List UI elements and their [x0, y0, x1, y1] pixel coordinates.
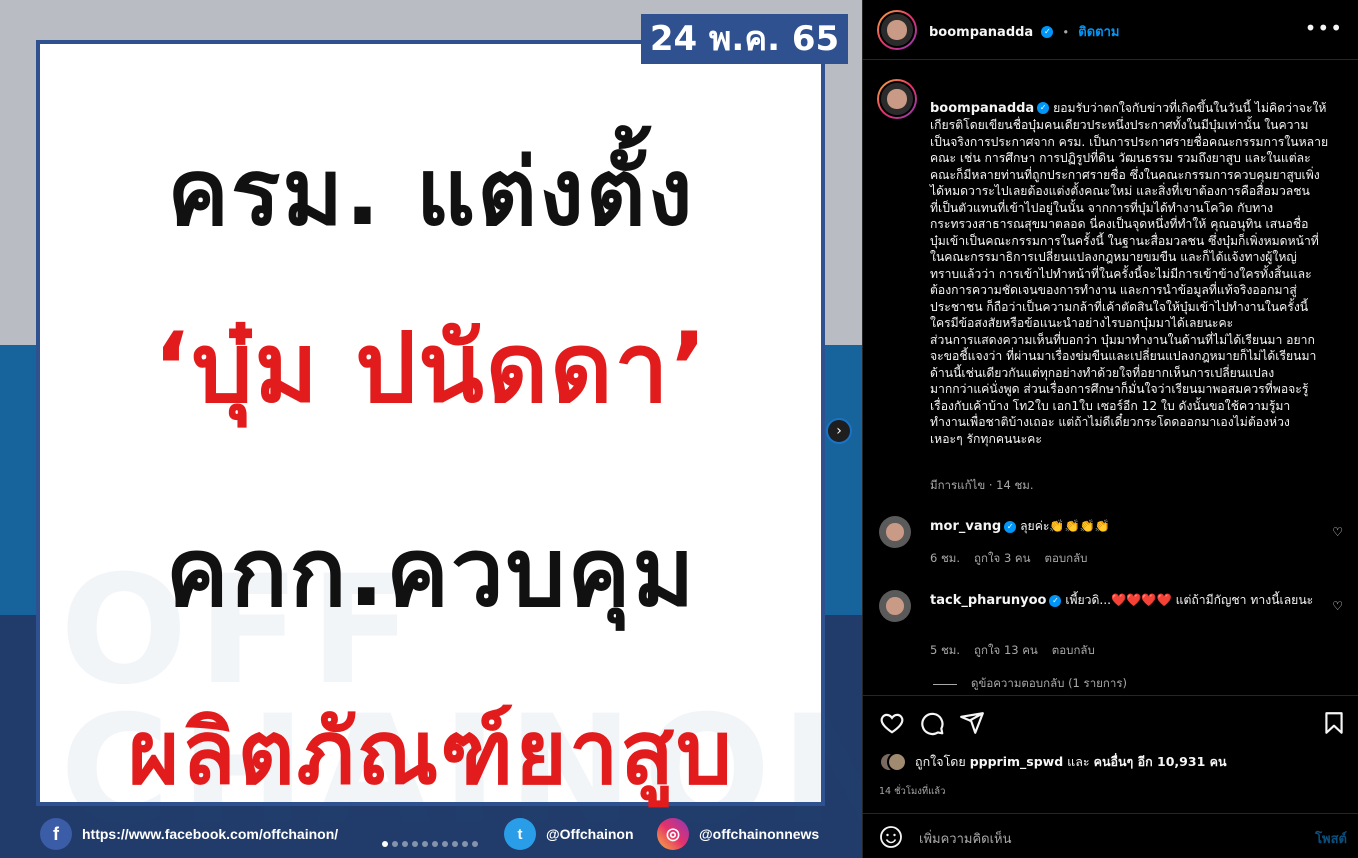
- liked-by-user[interactable]: ppprim_spwd: [970, 754, 1063, 769]
- heart-icon[interactable]: [879, 710, 905, 736]
- comment-body: tack_pharunyoo ✓ เพี้ยวดิ...❤️❤️❤️❤️ แต่ถ…: [930, 592, 1330, 609]
- instagram-handle: @offchainonnews: [699, 826, 820, 842]
- carousel-dot[interactable]: [462, 841, 468, 847]
- liked-by-others[interactable]: คนอื่นๆ อีก 10,931 คน: [1094, 754, 1227, 769]
- comments-scroll-area[interactable]: boompanadda ✓ ยอมรับว่าตกใจกับข่าวที่เกิด…: [863, 61, 1358, 695]
- liked-by-text[interactable]: ถูกใจโดย ppprim_spwd และ คนอื่นๆ อีก 10,…: [915, 752, 1227, 772]
- caption-text: ยอมรับว่าตกใจกับข่าวที่เกิดขึ้นในวันนี้ …: [930, 100, 1329, 446]
- post-side-panel: boompanadda ✓ • ติดตาม ••• boompanadda ✓ …: [862, 0, 1358, 858]
- more-options-icon[interactable]: •••: [1305, 16, 1343, 40]
- emoji-icon[interactable]: [879, 825, 903, 849]
- carousel-next-button[interactable]: ›: [826, 418, 852, 444]
- liked-by-mid: และ: [1067, 754, 1090, 769]
- post-media: OFF CHAINON 24 พ.ค. 65 ครม. แต่งตั้ง ‘บุ…: [0, 0, 862, 858]
- comment-username[interactable]: mor_vang: [930, 519, 1001, 534]
- twitter-footer: t @Offchainon: [504, 816, 634, 852]
- caption-username[interactable]: boompanadda: [930, 101, 1034, 116]
- liked-by-avatars: [879, 752, 907, 772]
- author-avatar[interactable]: [877, 10, 917, 50]
- liked-by: ถูกใจโดย ppprim_spwd และ คนอื่นๆ อีก 10,…: [879, 752, 1227, 772]
- share-icon[interactable]: [959, 710, 985, 736]
- verified-badge-icon: ✓: [1004, 520, 1017, 533]
- view-replies-button[interactable]: ดูข้อความตอบกลับ (1 รายการ): [933, 675, 1127, 693]
- carousel-dots: [382, 841, 478, 847]
- comment-reply-button[interactable]: ตอบกลับ: [1044, 550, 1087, 568]
- date-badge: 24 พ.ค. 65: [641, 14, 848, 64]
- carousel-dot[interactable]: [422, 841, 428, 847]
- comment-heart-icon[interactable]: ♡: [1332, 599, 1343, 613]
- post-comment-button[interactable]: โพสต์: [1315, 828, 1347, 849]
- comment-icon[interactable]: [919, 710, 945, 736]
- comment-input[interactable]: เพิ่มความคิดเห็น: [919, 828, 1012, 849]
- headline-line-4: ผลิตภัณฑ์ยาสูบ: [128, 701, 734, 804]
- chevron-right-icon: ›: [836, 423, 842, 439]
- carousel-dot[interactable]: [412, 841, 418, 847]
- bookmark-icon[interactable]: [1321, 710, 1347, 736]
- caption-author-avatar[interactable]: [877, 79, 917, 119]
- instagram-footer: ◎ @offchainonnews: [657, 816, 819, 852]
- comment-avatar[interactable]: [879, 590, 911, 622]
- twitter-icon: t: [504, 818, 536, 850]
- carousel-dot[interactable]: [432, 841, 438, 847]
- replies-divider: [933, 683, 957, 685]
- post-time-ago: 14 ชั่วโมงที่แล้ว: [879, 786, 946, 797]
- facebook-footer: f https://www.facebook.com/offchainon/: [40, 816, 338, 852]
- comment-text: เพี้ยวดิ...❤️❤️❤️❤️ แต่ถ้ามีกัญชา ทางนี้…: [1065, 593, 1314, 607]
- comment-item: mor_vang ✓ ลุยค่ะ👏👏👏👏 6 ชม. ถูกใจ 3 คน ตอ…: [879, 516, 1349, 576]
- avatar: [887, 752, 907, 772]
- add-comment-bar: เพิ่มความคิดเห็น โพสต์: [863, 813, 1358, 858]
- comment-avatar[interactable]: [879, 516, 911, 548]
- facebook-icon: f: [40, 818, 72, 850]
- carousel-dot[interactable]: [442, 841, 448, 847]
- comment-reply-button[interactable]: ตอบกลับ: [1052, 642, 1095, 660]
- facebook-url: https://www.facebook.com/offchainon/: [82, 826, 339, 842]
- comment-body: mor_vang ✓ ลุยค่ะ👏👏👏👏: [930, 518, 1330, 535]
- carousel-dot[interactable]: [402, 841, 408, 847]
- carousel-dot[interactable]: [472, 841, 478, 847]
- headline-line-2: ‘บุ๋ม ปนัดดา’: [153, 312, 709, 424]
- comment-text: ลุยค่ะ👏👏👏👏: [1020, 519, 1111, 533]
- header-user: boompanadda ✓ • ติดตาม: [929, 21, 1119, 42]
- comment-meta: 6 ชม. ถูกใจ 3 คน ตอบกลับ: [930, 550, 1087, 568]
- carousel-dot[interactable]: [382, 841, 388, 847]
- comment-likes[interactable]: ถูกใจ 3 คน: [974, 550, 1030, 568]
- separator-dot: •: [1062, 25, 1070, 39]
- verified-badge-icon: ✓: [1041, 25, 1054, 38]
- carousel-dot[interactable]: [452, 841, 458, 847]
- header-username[interactable]: boompanadda: [929, 25, 1033, 40]
- comment-likes[interactable]: ถูกใจ 13 คน: [974, 642, 1038, 660]
- comment-time: 6 ชม.: [930, 551, 961, 565]
- headline-line-3: คกก.ควบคุม: [165, 519, 697, 628]
- verified-badge-icon: ✓: [1049, 594, 1062, 607]
- caption-block: boompanadda ✓ ยอมรับว่าตกใจกับข่าวที่เกิด…: [930, 83, 1340, 447]
- carousel-dot[interactable]: [392, 841, 398, 847]
- twitter-handle: @Offchainon: [546, 826, 634, 842]
- post-header: boompanadda ✓ • ติดตาม •••: [863, 0, 1358, 60]
- caption-meta: มีการแก้ไข · 14 ชม.: [930, 478, 1034, 492]
- comment-item: tack_pharunyoo ✓ เพี้ยวดิ...❤️❤️❤️❤️ แต่ถ…: [879, 590, 1349, 670]
- headline-line-1: ครม. แต่งตั้ง: [167, 139, 695, 246]
- follow-button[interactable]: ติดตาม: [1078, 25, 1119, 40]
- post-actions: ถูกใจโดย ppprim_spwd และ คนอื่นๆ อีก 10,…: [863, 695, 1358, 813]
- liked-by-prefix: ถูกใจโดย: [915, 754, 966, 769]
- comment-meta: 5 ชม. ถูกใจ 13 คน ตอบกลับ: [930, 642, 1095, 660]
- comment-time: 5 ชม.: [930, 643, 961, 657]
- view-replies-label: ดูข้อความตอบกลับ (1 รายการ): [971, 676, 1127, 690]
- verified-badge-icon: ✓: [1037, 102, 1050, 114]
- comment-username[interactable]: tack_pharunyoo: [930, 593, 1046, 608]
- comment-heart-icon[interactable]: ♡: [1332, 525, 1343, 539]
- instagram-icon: ◎: [657, 818, 689, 850]
